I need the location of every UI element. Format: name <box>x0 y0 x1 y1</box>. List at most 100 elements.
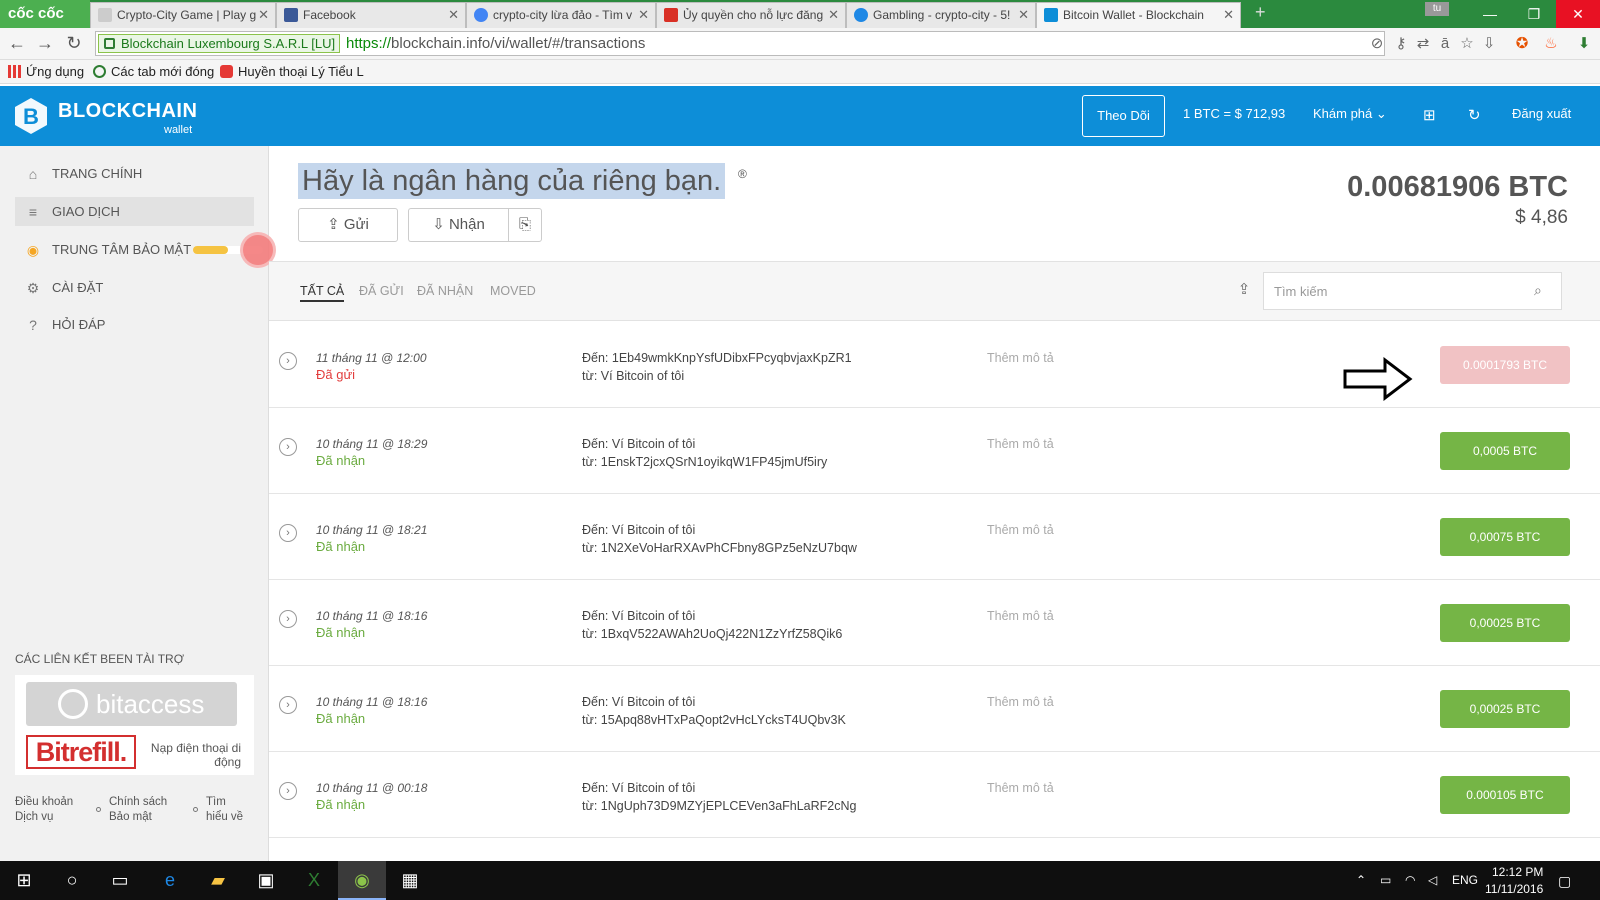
tab-bitcoin-wallet[interactable]: Bitcoin Wallet - Blockchain ✕ <box>1036 2 1241 28</box>
edge-browser-icon[interactable]: e <box>146 861 194 900</box>
filter-received[interactable]: ĐÃ NHẬN <box>417 284 473 298</box>
reload-icon[interactable]: ↻ <box>63 32 85 56</box>
forward-icon[interactable]: → <box>34 32 56 56</box>
file-explorer-icon[interactable]: ▰ <box>194 861 242 900</box>
dictionary-icon[interactable]: ā <box>1436 35 1454 53</box>
bookmark-apps[interactable]: Ứng dụng <box>8 64 84 79</box>
expand-chevron-icon[interactable]: › <box>279 438 297 456</box>
coccoc-extension-icon[interactable]: ♨ <box>1542 35 1560 53</box>
explore-menu[interactable]: Khám phá ⌄ <box>1313 106 1387 122</box>
transaction-row[interactable]: › 10 tháng 11 @ 00:18 Đã nhận Đến: Ví Bi… <box>269 752 1600 838</box>
tab-gambling[interactable]: Gambling - crypto-city - 5! ✕ <box>846 2 1036 28</box>
expand-chevron-icon[interactable]: › <box>279 352 297 370</box>
tab-gmail[interactable]: Ủy quyền cho nỗ lực đăng ✕ <box>656 2 846 28</box>
transaction-row[interactable]: › 10 tháng 11 @ 18:16 Đã nhận Đến: Ví Bi… <box>269 580 1600 666</box>
balance-btc[interactable]: 0.00681906 BTC <box>1347 171 1568 204</box>
transaction-amount[interactable]: 0,00075 BTC <box>1440 518 1570 556</box>
notifications-icon[interactable]: ▢ <box>1558 873 1571 890</box>
sidebar-item-home[interactable]: ⌂ TRANG CHÍNH <box>15 159 254 188</box>
add-description-link[interactable]: Thêm mô tả <box>987 609 1054 623</box>
gift-icon[interactable]: ⊞ <box>1423 106 1436 124</box>
clipboard-icon[interactable]: ⎘ <box>508 208 542 242</box>
bookmark-youtube[interactable]: Huyền thoại Lý Tiểu L <box>220 64 364 79</box>
transaction-amount[interactable]: 0,00025 BTC <box>1440 604 1570 642</box>
store-icon[interactable]: ▣ <box>242 861 290 900</box>
transaction-amount[interactable]: 0.0001793 BTC <box>1440 346 1570 384</box>
close-tab-icon[interactable]: ✕ <box>828 3 839 27</box>
translate-icon[interactable]: ⇄ <box>1414 35 1432 53</box>
receive-button[interactable]: ⇩ Nhận <box>408 208 508 242</box>
close-tab-icon[interactable]: ✕ <box>448 3 459 27</box>
tray-chevron-icon[interactable]: ⌃ <box>1356 873 1366 887</box>
ssl-certificate-badge[interactable]: Blockchain Luxembourg S.A.R.L [LU] <box>98 34 341 53</box>
filter-moved[interactable]: MOVED <box>490 284 536 298</box>
transaction-amount[interactable]: 0,00025 BTC <box>1440 690 1570 728</box>
add-description-link[interactable]: Thêm mô tả <box>987 351 1054 365</box>
sidebar-item-transactions[interactable]: ≡ GIAO DỊCH <box>15 197 254 226</box>
add-description-link[interactable]: Thêm mô tả <box>987 523 1054 537</box>
excel-icon[interactable]: X <box>290 861 338 900</box>
logout-button[interactable]: Đăng xuất <box>1512 106 1571 121</box>
coccoc-browser-icon[interactable]: ◉ <box>338 861 386 900</box>
search-icon[interactable]: ⌕ <box>1534 282 1550 298</box>
bookmark-recent-tabs[interactable]: Các tab mới đóng <box>93 64 214 79</box>
transaction-row[interactable]: › 10 tháng 11 @ 18:29 Đã nhận Đến: Ví Bi… <box>269 408 1600 494</box>
close-window-icon[interactable]: ✕ <box>1556 0 1600 28</box>
clock-date[interactable]: 11/11/2016 <box>1485 882 1543 896</box>
refresh-icon[interactable]: ↻ <box>1468 106 1481 124</box>
url-text[interactable]: https://blockchain.info/vi/wallet/#/tran… <box>346 34 645 53</box>
filter-all[interactable]: TẤT CẢ <box>300 284 345 302</box>
address-bar[interactable]: Blockchain Luxembourg S.A.R.L [LU] https… <box>95 31 1385 56</box>
add-description-link[interactable]: Thêm mô tả <box>987 781 1054 795</box>
tab-google-search[interactable]: crypto-city lừa đảo - Tìm v ✕ <box>466 2 656 28</box>
transaction-row[interactable]: › 10 tháng 11 @ 18:21 Đã nhận Đến: Ví Bi… <box>269 494 1600 580</box>
tab-crypto-city-game[interactable]: Crypto-City Game | Play g ✕ <box>90 2 276 28</box>
calculator-icon[interactable]: ▦ <box>386 861 434 900</box>
expand-chevron-icon[interactable]: › <box>279 696 297 714</box>
transaction-amount[interactable]: 0,0005 BTC <box>1440 432 1570 470</box>
download-arrow-icon[interactable]: ⇩ <box>1480 35 1498 53</box>
key-icon[interactable]: ⚷ <box>1392 35 1410 53</box>
bitrefill-ad[interactable]: Bitrefill. <box>26 735 136 769</box>
battery-icon[interactable]: ▭ <box>1380 873 1391 887</box>
sidebar-item-settings[interactable]: ⚙ CÀI ĐẶT <box>15 273 254 302</box>
export-icon[interactable]: ⇪ <box>1235 280 1253 298</box>
expand-chevron-icon[interactable]: › <box>279 610 297 628</box>
filter-sent[interactable]: ĐÃ GỬI <box>359 284 404 298</box>
extension-icon[interactable]: ✪ <box>1513 35 1531 53</box>
about-link[interactable]: Tìm hiểu về <box>206 795 246 825</box>
browser-logo[interactable]: cốc cốc <box>0 0 90 28</box>
user-profile-badge[interactable]: tu <box>1425 2 1449 16</box>
volume-icon[interactable]: ◁ <box>1428 873 1437 887</box>
minimize-icon[interactable]: — <box>1468 0 1512 28</box>
language-indicator[interactable]: ENG <box>1452 873 1478 887</box>
downloads-icon[interactable]: ⬇ <box>1575 35 1593 53</box>
follow-button[interactable]: Theo Dõi <box>1082 95 1165 137</box>
close-tab-icon[interactable]: ✕ <box>1018 3 1029 27</box>
add-description-link[interactable]: Thêm mô tả <box>987 437 1054 451</box>
task-view-icon[interactable]: ▭ <box>96 861 144 900</box>
cortana-search-icon[interactable]: ○ <box>48 861 96 900</box>
add-description-link[interactable]: Thêm mô tả <box>987 695 1054 709</box>
expand-chevron-icon[interactable]: › <box>279 524 297 542</box>
windows-start-icon[interactable]: ⊞ <box>0 861 48 900</box>
close-tab-icon[interactable]: ✕ <box>258 3 269 27</box>
transaction-amount[interactable]: 0.000105 BTC <box>1440 776 1570 814</box>
clock-time[interactable]: 12:12 PM <box>1492 865 1543 879</box>
sidebar-item-faq[interactable]: ? HỎI ĐÁP <box>15 310 254 339</box>
blockchain-logo-icon[interactable]: B <box>14 97 48 135</box>
close-tab-icon[interactable]: ✕ <box>1223 3 1234 27</box>
close-tab-icon[interactable]: ✕ <box>638 3 649 27</box>
adblock-icon[interactable]: ⊘ <box>1368 35 1386 53</box>
tab-facebook[interactable]: Facebook ✕ <box>276 2 466 28</box>
expand-chevron-icon[interactable]: › <box>279 782 297 800</box>
send-button[interactable]: ⇪ Gửi <box>298 208 398 242</box>
bitaccess-ad[interactable]: bitaccess <box>26 682 237 726</box>
transaction-row[interactable]: › 10 tháng 11 @ 18:16 Đã nhận Đến: Ví Bi… <box>269 666 1600 752</box>
new-tab-icon[interactable]: + <box>1255 2 1266 23</box>
search-input[interactable] <box>1263 272 1562 310</box>
privacy-link[interactable]: Chính sách Bảo mật <box>109 795 179 825</box>
bookmark-star-icon[interactable]: ☆ <box>1458 35 1476 53</box>
terms-link[interactable]: Điều khoản Dịch vụ <box>15 795 85 825</box>
restore-icon[interactable]: ❐ <box>1512 0 1556 28</box>
